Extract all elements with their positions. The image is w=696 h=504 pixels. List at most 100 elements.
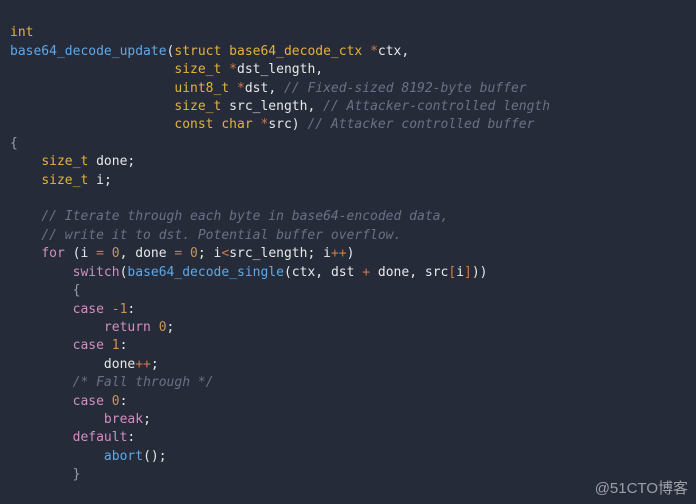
lbrack: [ (448, 265, 456, 280)
line: { (10, 283, 80, 298)
kw-case: case (73, 302, 104, 317)
line: // write it to dst. Potential buffer ove… (10, 228, 401, 243)
arg-done: done (378, 265, 409, 280)
line: const char *src) // Attacker controlled … (10, 117, 534, 132)
kw-case: case (73, 394, 104, 409)
num-one: 1 (112, 338, 120, 353)
rparen: ) (151, 449, 159, 464)
star: * (229, 62, 237, 77)
fn-name: base64_decode_update (10, 44, 167, 59)
semi: ; (307, 246, 315, 261)
arg-src: src (425, 265, 448, 280)
comment: /* Fall through */ (73, 375, 214, 390)
param-dst-length: dst_length (237, 62, 315, 77)
comma: , (409, 265, 417, 280)
lt: < (221, 246, 229, 261)
colon: : (120, 394, 128, 409)
arg-dst: dst (331, 265, 354, 280)
kw-int: int (10, 25, 33, 40)
line: abort(); (10, 449, 167, 464)
line: int (10, 25, 33, 40)
line: case 1: (10, 338, 127, 353)
num-zero: 0 (159, 320, 167, 335)
var-i: i (96, 173, 104, 188)
line (10, 486, 18, 501)
comment: // Attacker controlled buffer (307, 117, 534, 132)
idx-i: i (456, 265, 464, 280)
line: for (i = 0, done = 0; i<src_length; i++) (10, 246, 354, 261)
comma: , (268, 81, 276, 96)
param-dst: dst (245, 81, 268, 96)
fn-decode-single: base64_decode_single (127, 265, 284, 280)
param-ctx: ctx (378, 44, 401, 59)
semi: ; (143, 412, 151, 427)
line: base64_decode_update(struct base64_decod… (10, 44, 409, 59)
line: case 0: (10, 394, 127, 409)
line: break; (10, 412, 151, 427)
watermark: @51CTO博客 (595, 480, 688, 498)
line: default: (10, 430, 135, 445)
comma: , (315, 62, 323, 77)
var-src-length: src_length (229, 246, 307, 261)
line: size_t i; (10, 173, 112, 188)
semi: ; (198, 246, 206, 261)
kw-struct: struct (174, 44, 221, 59)
colon: : (127, 430, 135, 445)
type-ctx: base64_decode_ctx (229, 44, 362, 59)
kw-size_t: size_t (41, 154, 88, 169)
kw-size_t: size_t (174, 62, 221, 77)
comma: , (315, 265, 323, 280)
comma: , (307, 99, 315, 114)
kw-uint8_t: uint8_t (174, 81, 229, 96)
kw-default: default (73, 430, 128, 445)
comment: // write it to dst. Potential buffer ove… (41, 228, 401, 243)
num-neg1: -1 (112, 302, 128, 317)
var-done: done (135, 246, 166, 261)
line: size_t src_length, // Attacker-controlle… (10, 99, 550, 114)
num-zero: 0 (190, 246, 198, 261)
line: switch(base64_decode_single(ctx, dst + d… (10, 265, 488, 280)
var-done: done (104, 357, 135, 372)
fn-abort: abort (104, 449, 143, 464)
semi: ; (104, 173, 112, 188)
kw-return: return (104, 320, 151, 335)
star: * (237, 81, 245, 96)
line: size_t done; (10, 154, 135, 169)
colon: : (127, 302, 135, 317)
rparen: ) (472, 265, 480, 280)
line: done++; (10, 357, 159, 372)
comment: // Fixed-sized 8192-byte buffer (284, 81, 527, 96)
param-src: src (268, 117, 291, 132)
lparen: ( (143, 449, 151, 464)
code-editor: int base64_decode_update(struct base64_d… (0, 0, 696, 504)
lparen: ( (284, 265, 292, 280)
line: /* Fall through */ (10, 375, 214, 390)
eq: = (96, 246, 104, 261)
rparen: ) (347, 246, 355, 261)
kw-switch: switch (73, 265, 120, 280)
param-src-length: src_length (229, 99, 307, 114)
var-done: done (96, 154, 127, 169)
comment: // Iterate through each byte in base64-e… (41, 209, 448, 224)
kw-const-char: const char (174, 117, 252, 132)
eq: = (174, 246, 182, 261)
rparen: ) (480, 265, 488, 280)
line: size_t *dst_length, (10, 62, 323, 77)
var-i: i (323, 246, 331, 261)
line: } (10, 467, 80, 482)
arg-ctx: ctx (292, 265, 315, 280)
star: * (370, 44, 378, 59)
comment: // Attacker-controlled length (323, 99, 550, 114)
line: // Iterate through each byte in base64-e… (10, 209, 448, 224)
rparen: ) (292, 117, 300, 132)
rbrace: } (73, 467, 81, 482)
semi: ; (159, 449, 167, 464)
colon: : (120, 338, 128, 353)
plus: + (362, 265, 370, 280)
kw-break: break (104, 412, 143, 427)
comma: , (120, 246, 128, 261)
lbrace: { (73, 283, 81, 298)
semi: ; (167, 320, 175, 335)
var-i: i (80, 246, 88, 261)
line: return 0; (10, 320, 174, 335)
